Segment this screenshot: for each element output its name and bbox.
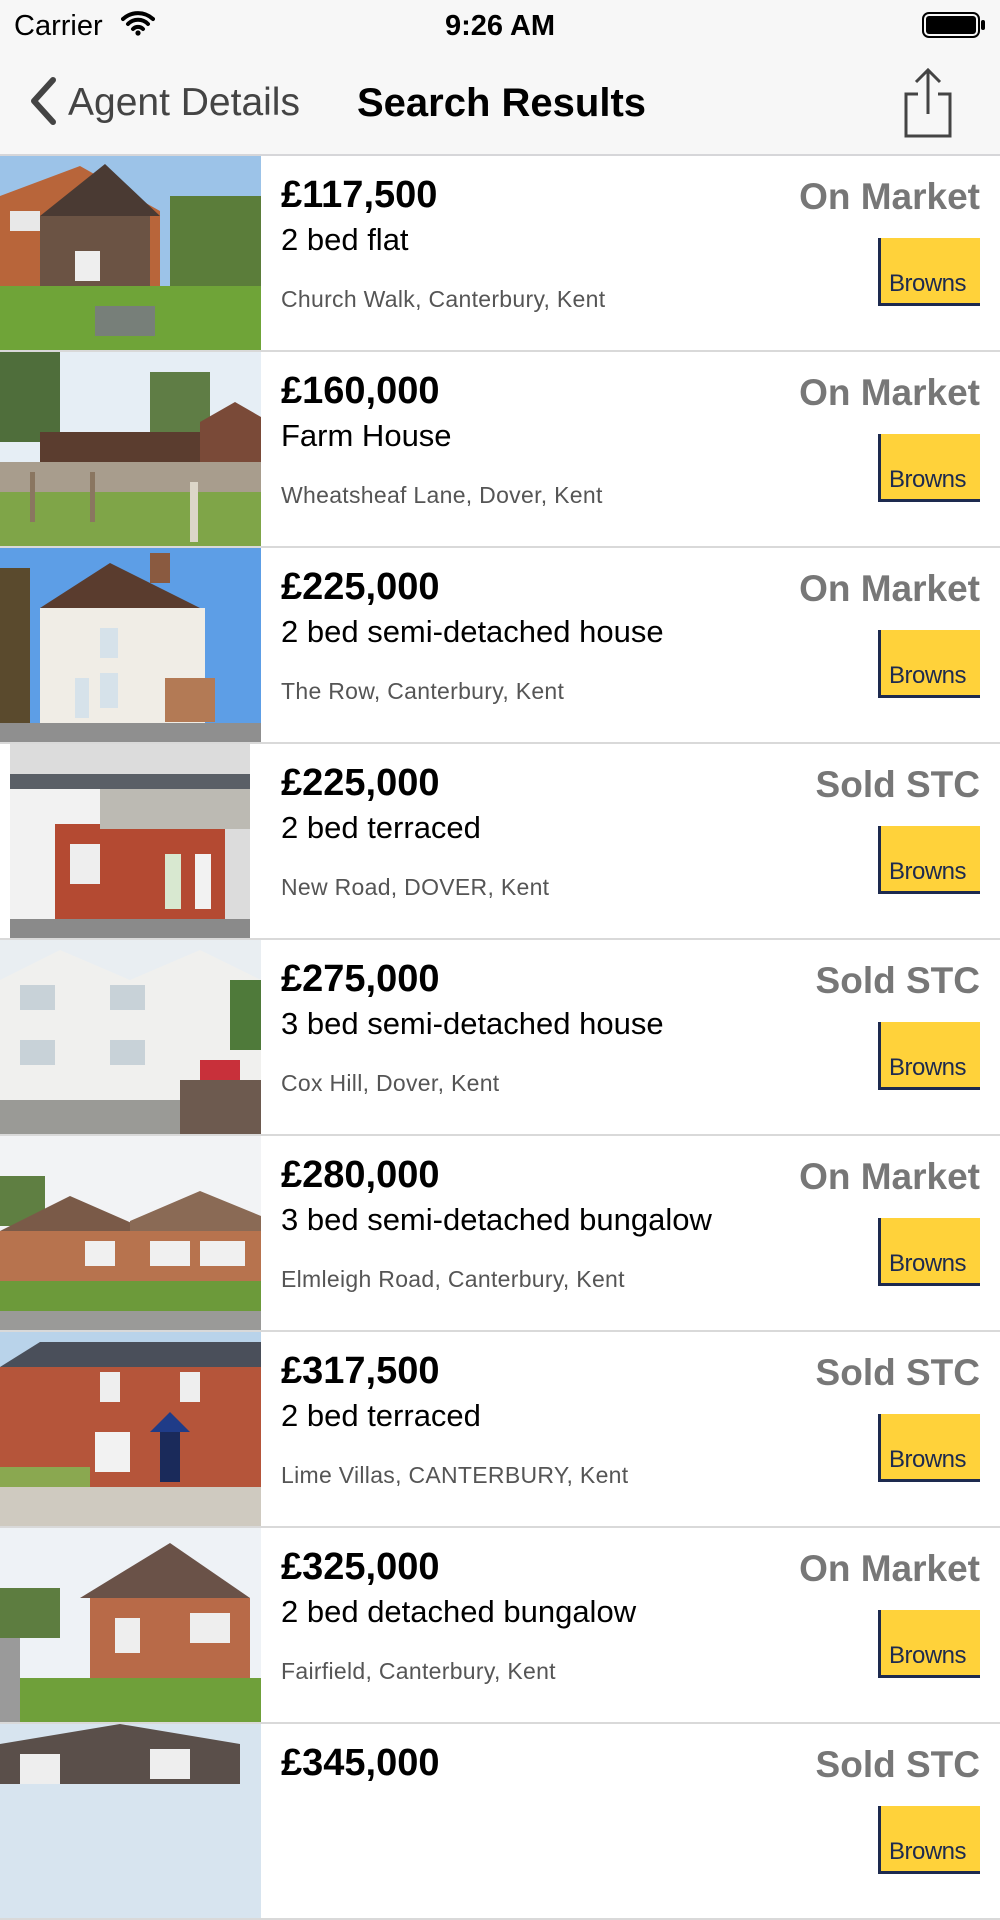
agent-logo: Browns (878, 1806, 980, 1874)
listing-status: On Market (799, 372, 980, 413)
agent-logo-text: Browns (889, 662, 967, 689)
listing-status: On Market (799, 176, 980, 217)
back-button-label: Agent Details (68, 81, 300, 124)
listing-address: New Road, DOVER, Kent (281, 874, 550, 900)
share-icon (898, 67, 958, 144)
agent-logo-text: Browns (889, 1446, 967, 1473)
listing-status: Sold STC (815, 1744, 980, 1785)
listing-address: Elmleigh Road, Canterbury, Kent (281, 1266, 625, 1292)
listing-price: £275,000 (281, 958, 440, 1000)
listing-status: Sold STC (815, 1352, 980, 1393)
property-photo (0, 1332, 261, 1526)
listing-price: £345,000 (281, 1742, 440, 1784)
page-title: Search Results (357, 81, 647, 125)
listing-price: £325,000 (281, 1546, 440, 1588)
listing-row[interactable]: £225,000 2 bed terraced New Road, DOVER,… (0, 744, 1000, 940)
property-photo (0, 548, 261, 742)
property-photo (0, 352, 261, 546)
agent-logo-text: Browns (889, 466, 967, 493)
listing-address: Fairfield, Canterbury, Kent (281, 1658, 556, 1684)
listing-row[interactable]: £317,500 2 bed terraced Lime Villas, CAN… (0, 1332, 1000, 1528)
results-list: £117,500 2 bed flat Church Walk, Canterb… (0, 156, 1000, 1920)
listing-status: Sold STC (815, 960, 980, 1001)
listing-status: On Market (799, 1548, 980, 1589)
back-button[interactable]: Agent Details (28, 76, 300, 130)
battery-icon (922, 12, 986, 43)
listing-type: 3 bed semi-detached bungalow (281, 1202, 712, 1237)
agent-logo-text: Browns (889, 270, 967, 297)
property-photo (0, 156, 261, 350)
listing-type: 3 bed semi-detached house (281, 1006, 664, 1041)
agent-logo-text: Browns (889, 1250, 967, 1277)
agent-logo: Browns (878, 1022, 980, 1090)
listing-address: Cox Hill, Dover, Kent (281, 1070, 500, 1096)
listing-type: 2 bed semi-detached house (281, 614, 664, 649)
status-bar: Carrier 9:26 AM (0, 0, 1000, 50)
navigation-bar: Agent Details Search Results (0, 50, 1000, 156)
agent-logo: Browns (878, 826, 980, 894)
listing-address: Lime Villas, CANTERBURY, Kent (281, 1462, 629, 1488)
listing-status: On Market (799, 1156, 980, 1197)
property-photo (0, 1724, 261, 1918)
listing-row[interactable]: £225,000 2 bed semi-detached house The R… (0, 548, 1000, 744)
listing-type: 2 bed terraced (281, 1398, 481, 1433)
agent-logo-text: Browns (889, 858, 967, 885)
listing-row[interactable]: £325,000 2 bed detached bungalow Fairfie… (0, 1528, 1000, 1724)
agent-logo: Browns (878, 1414, 980, 1482)
chevron-left-icon (28, 76, 58, 131)
listing-price: £317,500 (281, 1350, 440, 1392)
agent-logo-text: Browns (889, 1838, 967, 1865)
listing-type: Farm House (281, 418, 452, 453)
listing-price: £280,000 (281, 1154, 440, 1196)
listing-type: 2 bed flat (281, 222, 409, 257)
listing-type: 2 bed terraced (281, 810, 481, 845)
agent-logo: Browns (878, 434, 980, 502)
listing-row[interactable]: £275,000 3 bed semi-detached house Cox H… (0, 940, 1000, 1136)
agent-logo-text: Browns (889, 1642, 967, 1669)
property-photo (0, 940, 261, 1134)
agent-logo: Browns (878, 1610, 980, 1678)
agent-logo: Browns (878, 238, 980, 306)
listing-row[interactable]: £345,000 Sold STC Browns (0, 1724, 1000, 1920)
property-photo (0, 744, 261, 938)
agent-logo: Browns (878, 630, 980, 698)
agent-logo: Browns (878, 1218, 980, 1286)
listing-status: Sold STC (815, 764, 980, 805)
listing-address: The Row, Canterbury, Kent (281, 678, 565, 704)
listing-price: £225,000 (281, 762, 440, 804)
listing-address: Wheatsheaf Lane, Dover, Kent (281, 482, 603, 508)
property-photo (0, 1528, 261, 1722)
share-button[interactable] (898, 66, 958, 145)
agent-logo-text: Browns (889, 1054, 967, 1081)
listing-row[interactable]: £117,500 2 bed flat Church Walk, Canterb… (0, 156, 1000, 352)
listing-address: Church Walk, Canterbury, Kent (281, 286, 606, 312)
listing-price: £225,000 (281, 566, 440, 608)
listing-row[interactable]: £280,000 3 bed semi-detached bungalow El… (0, 1136, 1000, 1332)
listing-status: On Market (799, 568, 980, 609)
property-photo (0, 1136, 261, 1330)
listing-row[interactable]: £160,000 Farm House Wheatsheaf Lane, Dov… (0, 352, 1000, 548)
listing-type: 2 bed detached bungalow (281, 1594, 637, 1629)
listing-price: £160,000 (281, 370, 440, 412)
clock: 9:26 AM (444, 10, 556, 42)
listing-price: £117,500 (281, 174, 438, 216)
